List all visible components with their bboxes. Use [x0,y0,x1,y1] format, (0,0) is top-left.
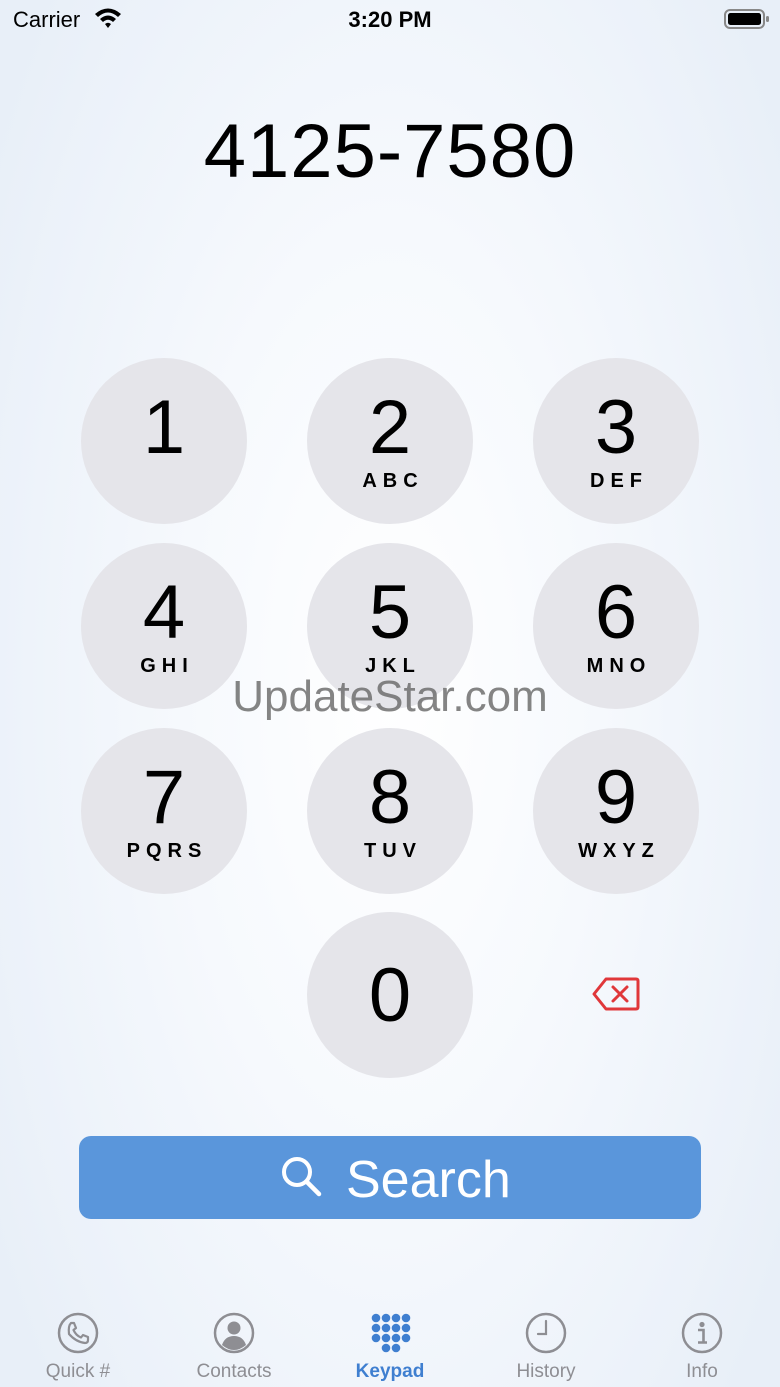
tab-quick[interactable]: Quick # [0,1300,156,1387]
key-0[interactable]: 0 [307,912,473,1078]
status-bar: Carrier 3:20 PM [0,0,780,40]
key-digit: 4 [142,570,186,655]
key-8[interactable]: 8 TUV [307,728,473,894]
key-letters: ABC [362,470,424,492]
key-digit: 6 [594,570,638,655]
dialed-number: 4125-7580 [203,109,577,194]
tab-label: Contacts [196,1361,272,1382]
key-2[interactable]: 2 ABC [307,358,473,524]
key-digit: 8 [368,755,412,840]
battery-icon [724,9,769,29]
key-7[interactable]: 7 PQRS [81,728,247,894]
key-letters: TUV [364,840,422,862]
clock-icon [525,1312,567,1354]
status-time: 3:20 PM [348,7,432,32]
tab-bar: Quick # Contacts Keypad History Info [0,1300,780,1387]
tab-label: Keypad [355,1361,425,1382]
key-digit: 9 [594,755,638,840]
tab-contacts[interactable]: Contacts [156,1300,312,1387]
tab-label: History [516,1361,576,1382]
key-4[interactable]: 4 GHI [81,543,247,709]
key-9[interactable]: 9 WXYZ [533,728,699,894]
tab-history[interactable]: History [468,1300,624,1387]
keypad-icon [371,1313,411,1353]
search-icon [282,1157,322,1197]
key-6[interactable]: 6 MNO [533,543,699,709]
key-letters: JKL [365,655,421,677]
search-label: Search [346,1151,511,1209]
key-digit: 3 [594,385,638,470]
key-5[interactable]: 5 JKL [307,543,473,709]
phone-icon [57,1312,99,1354]
key-3[interactable]: 3 DEF [533,358,699,524]
tab-label: Quick # [45,1361,111,1382]
key-digit: 7 [142,755,186,840]
backspace-icon[interactable] [592,976,640,1012]
key-letters: GHI [140,655,194,677]
key-letters: WXYZ [578,840,660,862]
key-digit: 2 [368,385,412,470]
key-letters: PQRS [126,840,208,862]
key-1[interactable]: 1 [81,358,247,524]
key-digit: 1 [142,385,186,470]
key-digit: 5 [368,570,412,655]
key-letters: MNO [586,655,652,677]
key-letters: DEF [590,470,648,492]
tab-info[interactable]: Info [624,1300,780,1387]
info-icon [681,1312,723,1354]
contact-icon [213,1312,255,1354]
key-digit: 0 [368,953,412,1038]
tab-keypad[interactable]: Keypad [312,1300,468,1387]
tab-label: Info [686,1361,718,1382]
